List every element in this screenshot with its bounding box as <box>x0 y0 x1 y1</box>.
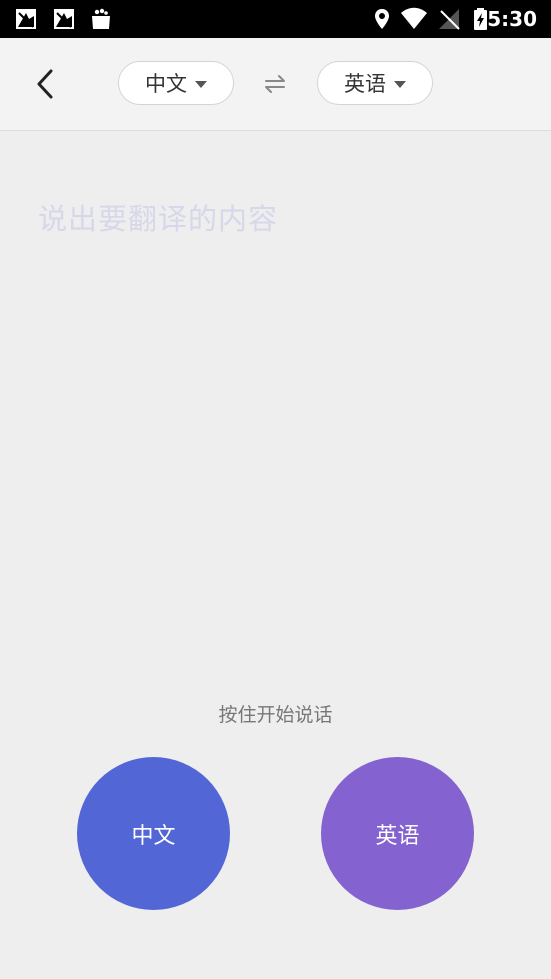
source-language-selector[interactable]: 中文 <box>118 61 234 105</box>
hold-to-speak-hint: 按住开始说话 <box>218 704 333 726</box>
status-bar: 5:30 <box>0 0 551 38</box>
wifi-icon <box>401 7 427 29</box>
speak-source-label: 中文 <box>131 823 176 849</box>
status-time: 5:30 <box>487 7 537 31</box>
caret-down-icon <box>195 80 207 88</box>
target-language-label: 英语 <box>344 72 386 96</box>
location-icon <box>375 9 389 29</box>
speak-target-language-button[interactable]: 英语 <box>321 757 474 910</box>
speak-target-label: 英语 <box>375 823 420 849</box>
caret-down-icon <box>394 80 406 88</box>
swap-arrows-icon <box>265 75 285 93</box>
target-language-selector[interactable]: 英语 <box>317 61 433 105</box>
source-language-label: 中文 <box>145 72 187 96</box>
shopping-bag-icon <box>92 8 110 29</box>
back-button[interactable] <box>26 64 66 104</box>
chevron-left-icon <box>37 69 53 99</box>
swap-languages-button[interactable] <box>263 72 287 96</box>
notification-image-icon <box>16 9 36 29</box>
speak-source-language-button[interactable]: 中文 <box>77 757 230 910</box>
top-bar: 中文 英语 <box>0 38 551 131</box>
speech-placeholder: 说出要翻译的内容 <box>38 202 279 236</box>
no-signal-icon <box>439 9 460 30</box>
notification-image-icon <box>54 9 74 29</box>
